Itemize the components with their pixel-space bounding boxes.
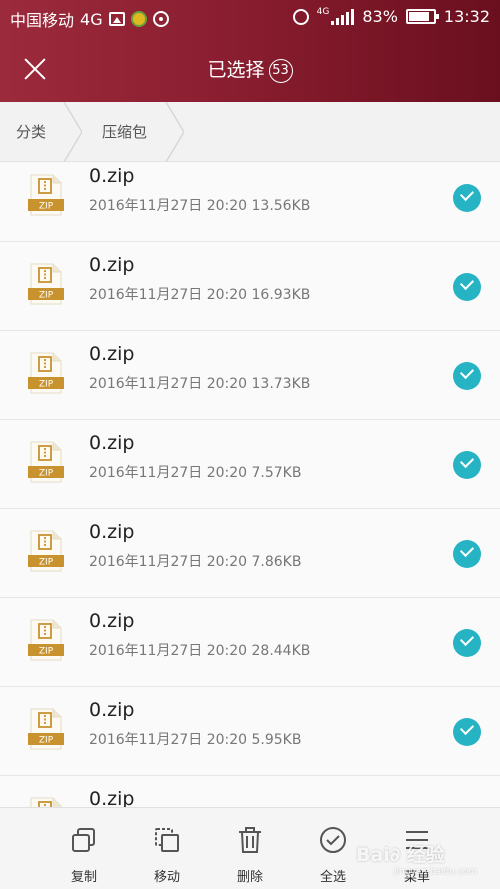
zip-file-icon: ZIP	[28, 263, 64, 305]
delete-label: 删除	[236, 870, 263, 885]
alarm-icon	[292, 8, 309, 25]
signal-icon	[331, 8, 355, 25]
zip-file-icon: ZIP	[28, 530, 64, 572]
zip-icon-label: ZIP	[39, 647, 54, 657]
file-row[interactable]: ZIP 0.zip 2016年11月27日 20:20 28.44KB	[0, 598, 500, 687]
zip-icon-label: ZIP	[39, 291, 54, 301]
delete-button[interactable]: 删除	[208, 808, 292, 889]
file-name: 0.zip	[89, 699, 135, 721]
file-list: ZIP 0.zip 2016年11月27日 20:20 13.56KB ZIP 0.zi…	[0, 162, 500, 807]
file-meta: 2016年11月27日 20:20 13.56KB	[89, 198, 311, 214]
file-row[interactable]: ZIP 0.zip 2016年11月27日 20:20 7.57KB	[0, 420, 500, 509]
zip-icon-label: ZIP	[39, 202, 54, 212]
status-right: 4G 83% 13:32	[292, 7, 490, 26]
network-type: 4G	[80, 9, 103, 29]
file-meta: 2016年11月27日 20:20 5.95KB	[89, 732, 302, 748]
selected-count-badge: 53	[268, 59, 293, 83]
zip-icon-label: ZIP	[39, 380, 54, 390]
app-header: 中国移动 4G 4G 83% 13:32 已选择 53	[0, 0, 500, 102]
copy-button[interactable]: 复制	[42, 808, 126, 889]
zip-file-icon: ZIP	[28, 352, 64, 394]
move-label: 移动	[153, 870, 180, 885]
move-button[interactable]: 移动	[125, 808, 209, 889]
breadcrumb-separator-icon	[165, 102, 184, 162]
file-name: 0.zip	[89, 254, 135, 276]
watermark-sub: jingyan.baidu.com	[394, 867, 478, 877]
battery-percent: 83%	[362, 7, 398, 26]
selected-check-icon[interactable]	[453, 451, 481, 479]
copy-label: 复制	[70, 870, 97, 885]
copy-icon	[72, 828, 95, 852]
check-circle-icon	[320, 827, 346, 853]
battery-icon	[405, 9, 439, 24]
file-row[interactable]: ZIP 0.zip	[0, 776, 500, 807]
baidu-jingyan-watermark: Bai∂ 经验 jingyan.baidu.com	[356, 840, 477, 877]
zip-file-icon: ZIP	[28, 174, 64, 216]
selected-check-icon[interactable]	[453, 718, 481, 746]
breadcrumb: 分类 压缩包	[0, 102, 500, 162]
zip-file-icon: ZIP	[28, 619, 64, 661]
file-meta: 2016年11月27日 20:20 7.86KB	[89, 554, 302, 570]
file-meta: 2016年11月27日 20:20 16.93KB	[89, 287, 311, 303]
zip-icon-label: ZIP	[39, 736, 54, 746]
page-title: 已选择 53	[0, 55, 500, 83]
zip-file-icon: ZIP	[30, 797, 62, 807]
file-meta: 2016年11月27日 20:20 28.44KB	[89, 643, 311, 659]
file-name: 0.zip	[89, 432, 135, 454]
breadcrumb-item-archives[interactable]: 压缩包	[102, 102, 147, 162]
zip-file-icon: ZIP	[28, 441, 64, 483]
file-name: 0.zip	[89, 610, 135, 632]
file-name: 0.zip	[89, 165, 135, 187]
zip-file-icon: ZIP	[28, 708, 64, 750]
selected-check-icon[interactable]	[453, 184, 481, 212]
breadcrumb-item-category[interactable]: 分类	[16, 102, 46, 162]
file-meta: 2016年11月27日 20:20 13.73KB	[89, 376, 311, 392]
image-notification-icon	[108, 12, 125, 26]
zip-icon-label: ZIP	[39, 558, 54, 568]
file-name: 0.zip	[89, 521, 135, 543]
watermark-text: Bai∂ 经验	[356, 844, 445, 866]
file-row[interactable]: ZIP 0.zip 2016年11月27日 20:20 13.56KB	[0, 162, 500, 242]
selected-check-icon[interactable]	[453, 362, 481, 390]
breadcrumb-separator-icon	[63, 102, 82, 162]
carrier-name: 中国移动	[10, 11, 75, 30]
file-meta: 2016年11月27日 20:20 7.57KB	[89, 465, 302, 481]
file-name: 0.zip	[89, 343, 135, 365]
file-row[interactable]: ZIP 0.zip 2016年11月27日 20:20 13.73KB	[0, 331, 500, 420]
network-small-label: 4G	[316, 7, 330, 17]
app-notification-icon	[130, 11, 147, 27]
zip-icon-label: ZIP	[39, 469, 54, 479]
status-bar: 中国移动 4G 4G 83% 13:32	[0, 0, 500, 36]
selected-check-icon[interactable]	[453, 629, 481, 657]
selected-check-icon[interactable]	[453, 273, 481, 301]
chat-notification-icon	[152, 11, 169, 27]
file-row[interactable]: ZIP 0.zip 2016年11月27日 20:20 16.93KB	[0, 242, 500, 331]
title-text: 已选择	[207, 59, 265, 81]
file-row[interactable]: ZIP 0.zip 2016年11月27日 20:20 7.86KB	[0, 509, 500, 598]
trash-icon	[239, 827, 261, 853]
selected-check-icon[interactable]	[453, 540, 481, 568]
file-name: 0.zip	[89, 788, 135, 807]
move-icon	[155, 828, 179, 852]
status-left: 中国移动 4G	[10, 7, 169, 31]
clock: 13:32	[443, 7, 490, 26]
file-row[interactable]: ZIP 0.zip 2016年11月27日 20:20 5.95KB	[0, 687, 500, 776]
